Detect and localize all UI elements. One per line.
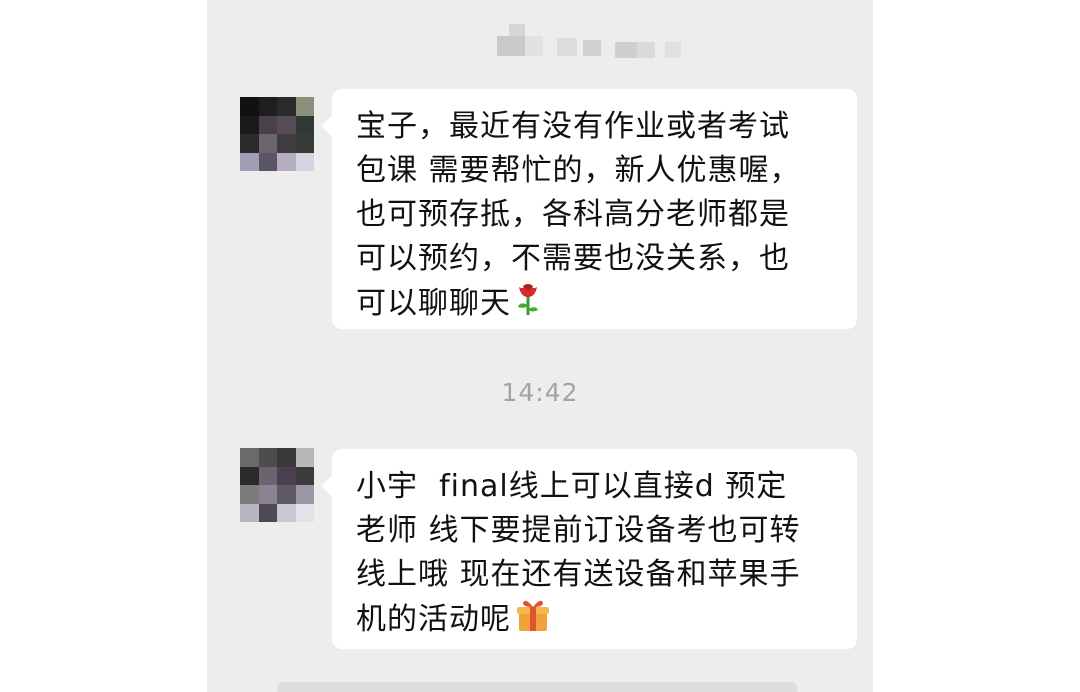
message-line: 老师 线下要提前订设备考也可转 — [356, 513, 801, 548]
message-line: 宝子，最近有没有作业或者考试 — [356, 109, 790, 144]
gift-icon — [515, 597, 551, 646]
contact-avatar[interactable] — [240, 97, 314, 171]
message-bubble[interactable]: 宝子，最近有没有作业或者考试 包课 需要帮忙的，新人优惠喔， 也可预存抵，各科高… — [321, 89, 857, 330]
message-line: 线上哦 现在还有送设备和苹果手 — [356, 557, 801, 592]
chat-window[interactable]: 宝子，最近有没有作业或者考试 包课 需要帮忙的，新人优惠喔， 也可预存抵，各科高… — [207, 0, 873, 692]
blurred-contact-name — [497, 22, 697, 62]
message-timestamp: 14:42 — [501, 378, 579, 407]
message-line: 可以预约，不需要也没关系，也 — [356, 241, 790, 276]
message-line: 可以聊聊天 — [356, 286, 511, 321]
message-line: 包课 需要帮忙的，新人优惠喔， — [356, 153, 801, 188]
rose-icon — [515, 281, 541, 330]
message-line: 机的活动呢 — [356, 602, 511, 637]
input-area-edge — [277, 682, 797, 692]
message-bubble[interactable]: 小宇 final线上可以直接d 预定 老师 线下要提前订设备考也可转 线上哦 现… — [321, 449, 857, 649]
contact-avatar[interactable] — [240, 448, 314, 522]
message-line: 小宇 final线上可以直接d 预定 — [356, 469, 788, 504]
screenshot-stage: 宝子，最近有没有作业或者考试 包课 需要帮忙的，新人优惠喔， 也可预存抵，各科高… — [0, 0, 1080, 692]
message-line: 也可预存抵，各科高分老师都是 — [356, 197, 790, 232]
message-last-line-wrap: 可以聊聊天 — [356, 281, 833, 330]
message-last-line-wrap: 机的活动呢 — [356, 597, 833, 646]
